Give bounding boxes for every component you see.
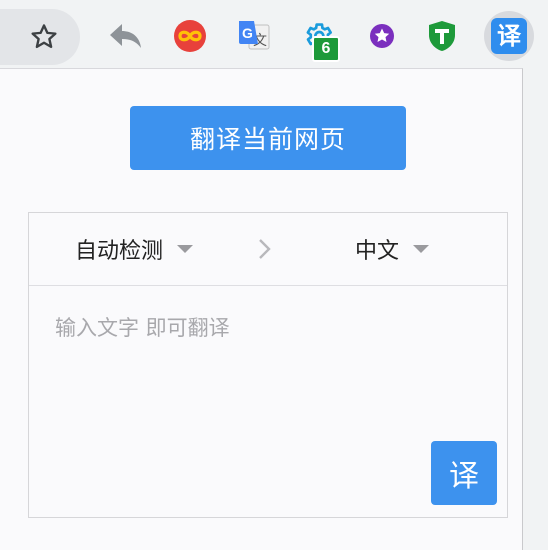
translate-popup: 翻译当前网页 自动检测 中文 译 [0, 68, 523, 550]
translation-panel: 自动检测 中文 译 [28, 212, 508, 518]
source-language-select[interactable]: 自动检测 [75, 213, 194, 285]
chevron-down-icon [413, 245, 430, 253]
reply-arrow-icon[interactable] [104, 14, 148, 58]
target-language-label: 中文 [355, 239, 400, 264]
source-language-label: 自动检测 [75, 239, 164, 264]
target-language-select[interactable]: 中文 [355, 213, 430, 285]
omnibox-end[interactable] [0, 9, 80, 65]
gear-extension-icon[interactable]: 6 [296, 14, 340, 62]
chevron-right-icon [259, 239, 271, 259]
svg-text:G: G [242, 25, 253, 41]
language-bar: 自动检测 中文 [29, 213, 507, 286]
translate-button[interactable]: 译 [431, 441, 497, 505]
translate-extension-icon[interactable]: 译 [484, 11, 534, 61]
infinity-extension-icon[interactable] [168, 14, 212, 58]
purple-star-icon[interactable] [360, 14, 404, 58]
browser-toolbar: 文 G 6 译 [0, 0, 548, 70]
translate-extension-label: 译 [491, 18, 527, 54]
extension-badge: 6 [312, 36, 340, 62]
chevron-down-icon [177, 245, 194, 253]
bookmark-star-icon[interactable] [22, 15, 66, 59]
google-translate-icon[interactable]: 文 G [232, 14, 276, 58]
green-shield-icon[interactable] [420, 14, 464, 58]
translate-page-button[interactable]: 翻译当前网页 [130, 106, 406, 170]
